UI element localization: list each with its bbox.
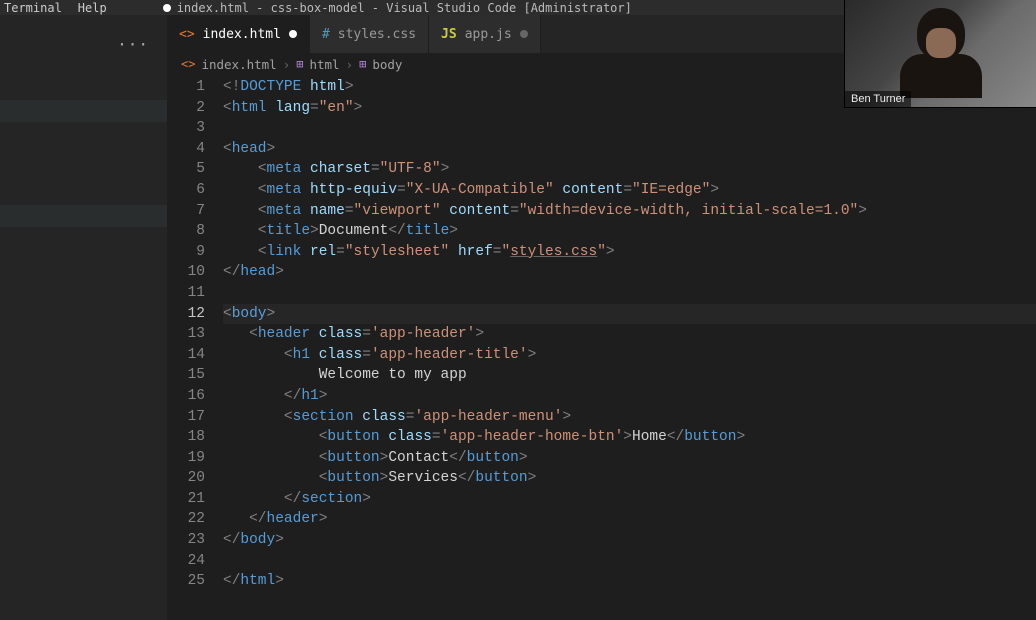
code-line[interactable]: <h1 class='app-header-title'> bbox=[223, 345, 1036, 366]
webcam-overlay: Ben Turner bbox=[844, 0, 1036, 108]
line-number-gutter: 1234567891011121314151617181920212223242… bbox=[167, 75, 223, 620]
code-line[interactable]: </html> bbox=[223, 571, 1036, 592]
code-line[interactable]: <link rel="stylesheet" href="styles.css"… bbox=[223, 242, 1036, 263]
line-number: 5 bbox=[167, 159, 205, 180]
line-number: 15 bbox=[167, 365, 205, 386]
code-line[interactable]: <title>Document</title> bbox=[223, 221, 1036, 242]
code-line[interactable] bbox=[223, 551, 1036, 572]
line-number: 24 bbox=[167, 551, 205, 572]
line-number: 6 bbox=[167, 180, 205, 201]
line-number: 19 bbox=[167, 448, 205, 469]
code-line[interactable]: <meta http-equiv="X-UA-Compatible" conte… bbox=[223, 180, 1036, 201]
line-number: 9 bbox=[167, 242, 205, 263]
code-line[interactable] bbox=[223, 283, 1036, 304]
line-number: 2 bbox=[167, 98, 205, 119]
line-number: 1 bbox=[167, 77, 205, 98]
code-line[interactable]: </h1> bbox=[223, 386, 1036, 407]
modified-dot-icon bbox=[520, 30, 528, 38]
breadcrumb-file[interactable]: index.html bbox=[201, 57, 276, 72]
line-number: 16 bbox=[167, 386, 205, 407]
line-number: 22 bbox=[167, 509, 205, 530]
line-number: 21 bbox=[167, 489, 205, 510]
code-line[interactable]: Welcome to my app bbox=[223, 365, 1036, 386]
line-number: 18 bbox=[167, 427, 205, 448]
line-number: 10 bbox=[167, 262, 205, 283]
code-line[interactable]: <body> bbox=[223, 304, 1036, 325]
line-number: 12 bbox=[167, 304, 205, 325]
html-file-icon: <> bbox=[181, 57, 195, 71]
code-line[interactable]: </header> bbox=[223, 509, 1036, 530]
element-icon: ⊞ bbox=[296, 57, 303, 71]
line-number: 8 bbox=[167, 221, 205, 242]
line-number: 13 bbox=[167, 324, 205, 345]
tab-index-html[interactable]: <> index.html bbox=[167, 15, 310, 53]
code-line[interactable]: <header class='app-header'> bbox=[223, 324, 1036, 345]
code-line[interactable]: <section class='app-header-menu'> bbox=[223, 407, 1036, 428]
code-line[interactable] bbox=[223, 118, 1036, 139]
code-line[interactable]: <head> bbox=[223, 139, 1036, 160]
code-line[interactable]: <meta name="viewport" content="width=dev… bbox=[223, 201, 1036, 222]
chevron-right-icon: › bbox=[346, 57, 354, 72]
code-line[interactable]: </body> bbox=[223, 530, 1036, 551]
code-line[interactable]: <button>Contact</button> bbox=[223, 448, 1036, 469]
breadcrumb-segment[interactable]: body bbox=[372, 57, 402, 72]
more-icon[interactable]: ··· bbox=[117, 35, 149, 54]
breadcrumb-segment[interactable]: html bbox=[309, 57, 339, 72]
line-number: 14 bbox=[167, 345, 205, 366]
tab-label: app.js bbox=[465, 27, 512, 42]
line-number: 25 bbox=[167, 571, 205, 592]
element-icon: ⊞ bbox=[359, 57, 366, 71]
chevron-right-icon: › bbox=[283, 57, 291, 72]
code-line[interactable]: </section> bbox=[223, 489, 1036, 510]
file-type-icon: <> bbox=[179, 27, 195, 42]
line-number: 17 bbox=[167, 407, 205, 428]
code-line[interactable]: <meta charset="UTF-8"> bbox=[223, 159, 1036, 180]
file-type-icon: JS bbox=[441, 27, 457, 42]
file-type-icon: # bbox=[322, 27, 330, 42]
modified-dot-icon bbox=[289, 30, 297, 38]
code-content[interactable]: <!DOCTYPE html><html lang="en"><head> <m… bbox=[223, 75, 1036, 620]
tab-label: index.html bbox=[203, 27, 281, 42]
code-line[interactable]: </head> bbox=[223, 262, 1036, 283]
code-editor[interactable]: 1234567891011121314151617181920212223242… bbox=[167, 75, 1036, 620]
sidebar: ··· bbox=[0, 15, 167, 620]
window-title: index.html - css-box-model - Visual Stud… bbox=[177, 1, 632, 15]
code-line[interactable]: <button class='app-header-home-btn'>Home… bbox=[223, 427, 1036, 448]
menu-help[interactable]: Help bbox=[78, 1, 107, 15]
tab-styles-css[interactable]: # styles.css bbox=[310, 15, 429, 53]
tab-app-js[interactable]: JS app.js bbox=[429, 15, 541, 53]
sidebar-item[interactable] bbox=[0, 100, 167, 122]
person-silhouette bbox=[896, 8, 986, 90]
line-number: 23 bbox=[167, 530, 205, 551]
tab-label: styles.css bbox=[338, 27, 416, 42]
sidebar-item[interactable] bbox=[0, 205, 167, 227]
menu-terminal[interactable]: Terminal bbox=[4, 1, 62, 15]
line-number: 20 bbox=[167, 468, 205, 489]
line-number: 4 bbox=[167, 139, 205, 160]
line-number: 11 bbox=[167, 283, 205, 304]
modified-dot-icon bbox=[163, 4, 171, 12]
line-number: 3 bbox=[167, 118, 205, 139]
webcam-name-label: Ben Turner bbox=[845, 91, 911, 107]
code-line[interactable]: <button>Services</button> bbox=[223, 468, 1036, 489]
line-number: 7 bbox=[167, 201, 205, 222]
